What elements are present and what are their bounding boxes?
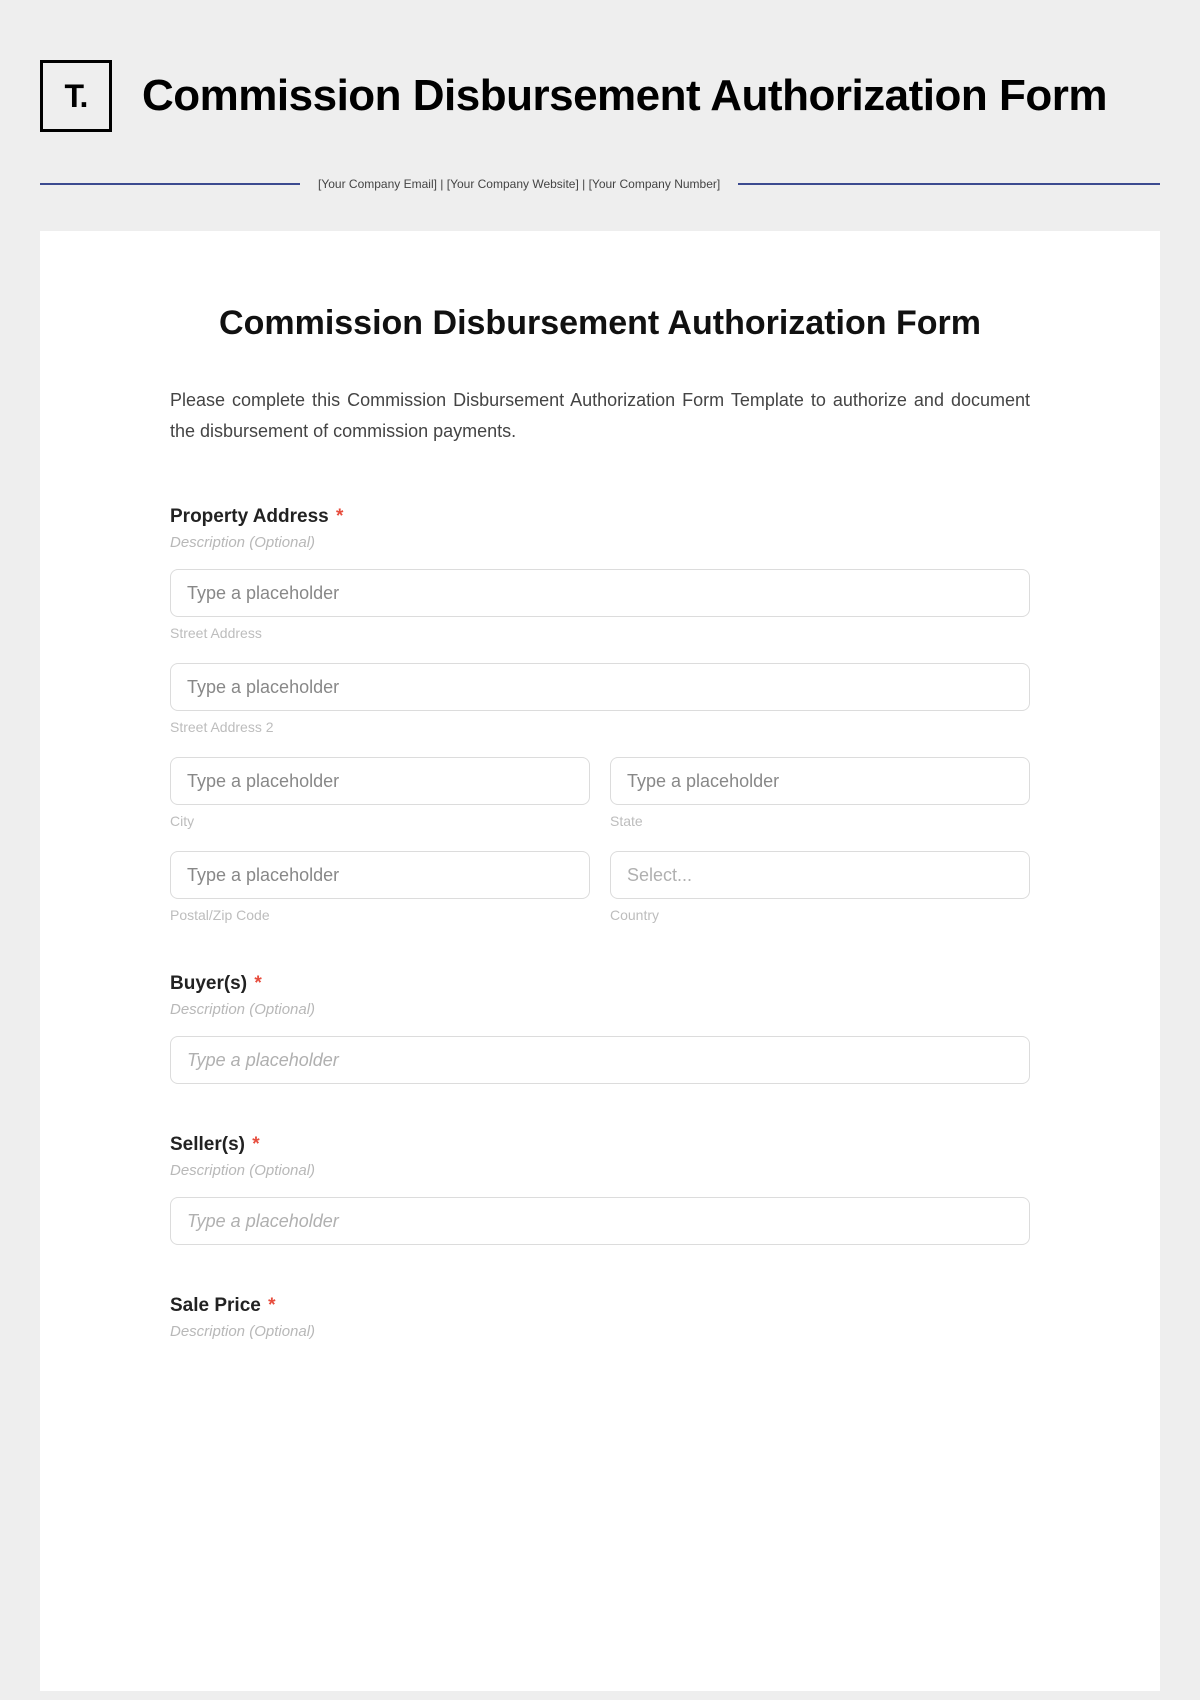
buyers-desc: Description (Optional): [170, 1001, 1030, 1018]
header-top: T. Commission Disbursement Authorization…: [40, 60, 1160, 132]
street2-row: Street Address 2: [170, 663, 1030, 735]
country-placeholder: Select...: [627, 865, 692, 886]
header-divider: [Your Company Email] | [Your Company Web…: [40, 177, 1160, 191]
logo: T.: [40, 60, 112, 132]
required-star: *: [252, 1134, 259, 1155]
sellers-desc: Description (Optional): [170, 1162, 1030, 1179]
form-heading: Commission Disbursement Authorization Fo…: [170, 301, 1030, 345]
sale-price-desc: Description (Optional): [170, 1323, 1030, 1340]
street2-input[interactable]: [170, 663, 1030, 711]
state-sublabel: State: [610, 813, 1030, 829]
buyers-input[interactable]: [170, 1036, 1030, 1084]
label-text: Property Address: [170, 506, 329, 527]
sellers-input[interactable]: [170, 1197, 1030, 1245]
sellers-label: Seller(s) *: [170, 1134, 1030, 1156]
postal-sublabel: Postal/Zip Code: [170, 907, 590, 923]
buyers-section: Buyer(s) * Description (Optional): [170, 973, 1030, 1084]
street1-row: Street Address: [170, 569, 1030, 641]
buyers-label: Buyer(s) *: [170, 973, 1030, 995]
required-star: *: [254, 973, 261, 994]
city-cell: City: [170, 757, 590, 829]
street2-sublabel: Street Address 2: [170, 719, 1030, 735]
form-card: Commission Disbursement Authorization Fo…: [40, 231, 1160, 1691]
street1-sublabel: Street Address: [170, 625, 1030, 641]
divider-line-left: [40, 183, 300, 185]
label-text: Sale Price: [170, 1295, 261, 1316]
company-info: [Your Company Email] | [Your Company Web…: [318, 177, 720, 191]
sale-price-label: Sale Price *: [170, 1295, 1030, 1317]
property-address-section: Property Address * Description (Optional…: [170, 506, 1030, 923]
property-address-desc: Description (Optional): [170, 534, 1030, 551]
required-star: *: [336, 506, 343, 527]
state-input[interactable]: [610, 757, 1030, 805]
country-select[interactable]: Select...: [610, 851, 1030, 899]
sale-price-section: Sale Price * Description (Optional): [170, 1295, 1030, 1340]
property-address-label: Property Address *: [170, 506, 1030, 528]
required-star: *: [268, 1295, 275, 1316]
street1-input[interactable]: [170, 569, 1030, 617]
label-text: Seller(s): [170, 1134, 245, 1155]
form-intro: Please complete this Commission Disburse…: [170, 385, 1030, 446]
postal-input[interactable]: [170, 851, 590, 899]
postal-cell: Postal/Zip Code: [170, 851, 590, 923]
city-input[interactable]: [170, 757, 590, 805]
page-title: Commission Disbursement Authorization Fo…: [142, 71, 1107, 122]
state-cell: State: [610, 757, 1030, 829]
header-area: T. Commission Disbursement Authorization…: [0, 0, 1200, 1691]
country-sublabel: Country: [610, 907, 1030, 923]
label-text: Buyer(s): [170, 973, 247, 994]
divider-line-right: [738, 183, 1160, 185]
country-cell: Select... Country: [610, 851, 1030, 923]
city-state-row: City State: [170, 757, 1030, 829]
sellers-section: Seller(s) * Description (Optional): [170, 1134, 1030, 1245]
postal-country-row: Postal/Zip Code Select... Country: [170, 851, 1030, 923]
city-sublabel: City: [170, 813, 590, 829]
